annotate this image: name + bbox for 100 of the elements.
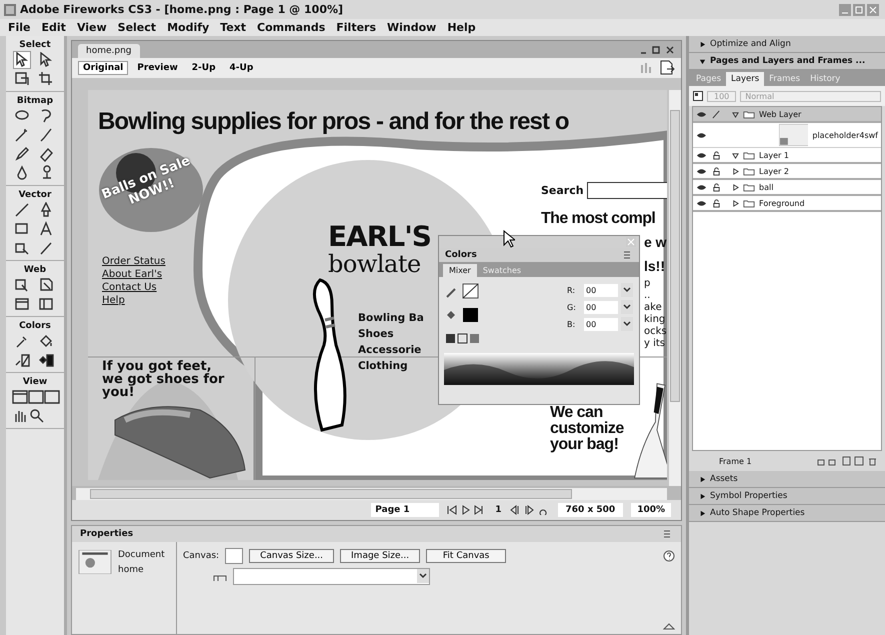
pencil-icon[interactable] — [14, 146, 30, 162]
dropdown-icon[interactable] — [417, 569, 429, 583]
category-link[interactable]: Clothing — [358, 360, 424, 372]
eraser-icon[interactable] — [38, 146, 54, 162]
canvas-color-swatch[interactable] — [225, 548, 244, 564]
nav-link[interactable]: Order Status — [102, 255, 166, 268]
channel-value-field[interactable]: 00 — [584, 318, 618, 330]
menu-item[interactable]: Window — [387, 21, 436, 34]
lock-icon[interactable] — [711, 150, 722, 160]
window-controls-icon[interactable] — [839, 4, 881, 16]
fill-color-icon[interactable] — [445, 307, 481, 323]
knife-icon[interactable] — [38, 240, 54, 256]
nav-link[interactable]: Help — [102, 294, 166, 307]
panel-tab[interactable]: Mixer — [443, 264, 477, 277]
hide-slices-icon[interactable] — [14, 296, 30, 312]
panel-tab[interactable]: Layers — [726, 72, 764, 86]
object-row[interactable]: placeholder4swf — [693, 123, 881, 148]
view-tab[interactable]: 2-Up — [186, 61, 221, 75]
panel-title[interactable]: Assets — [710, 474, 738, 484]
view-tab[interactable]: Original — [78, 61, 128, 75]
collapse-icon[interactable] — [663, 622, 675, 630]
help-icon[interactable] — [663, 550, 675, 562]
vertical-scrollbar[interactable] — [669, 90, 681, 486]
menu-item[interactable]: File — [8, 21, 31, 34]
expanded-arrow-icon[interactable] — [732, 152, 739, 158]
zoom-icon[interactable] — [28, 408, 44, 424]
expand-arrow-icon[interactable] — [699, 510, 706, 516]
menu-item[interactable]: Modify — [167, 21, 210, 34]
eye-icon[interactable] — [696, 110, 707, 118]
menu-item[interactable]: Filters — [336, 21, 376, 34]
color-ramp[interactable] — [444, 353, 634, 385]
stroke-color-icon[interactable] — [14, 352, 30, 368]
brush-icon[interactable] — [38, 127, 54, 143]
layer-row[interactable]: Layer 2 — [693, 164, 881, 180]
nav-link[interactable]: About Earl's — [102, 268, 166, 281]
layer-buttons-icon[interactable] — [817, 456, 877, 466]
view-tab[interactable]: Preview — [132, 61, 183, 75]
pen-icon[interactable] — [38, 202, 54, 218]
search-field[interactable] — [586, 182, 668, 199]
slice-icon[interactable] — [38, 277, 54, 293]
lock-icon[interactable] — [711, 198, 722, 208]
dropdown-icon[interactable] — [621, 283, 633, 297]
image-size-button[interactable]: Image Size... — [340, 549, 420, 563]
menu-item[interactable]: Select — [118, 21, 156, 34]
layer-mask-icon[interactable] — [693, 91, 703, 101]
pencil-icon[interactable] — [711, 110, 722, 118]
dropdown-icon[interactable] — [621, 317, 633, 331]
collapsed-arrow-icon[interactable] — [732, 200, 739, 206]
expand-arrow-icon[interactable] — [699, 492, 706, 500]
expand-arrow-icon[interactable] — [699, 476, 706, 482]
menu-item[interactable]: Commands — [257, 21, 326, 34]
canvas-size-button[interactable]: Canvas Size... — [249, 549, 334, 563]
menu-item[interactable]: View — [76, 21, 107, 34]
text-tool-icon[interactable] — [38, 221, 54, 237]
eye-icon[interactable] — [696, 130, 707, 140]
collapse-arrow-icon[interactable] — [699, 58, 706, 64]
line-icon[interactable] — [14, 202, 30, 218]
layer-row[interactable]: Web Layer — [693, 107, 881, 123]
eye-icon[interactable] — [696, 198, 707, 208]
layer-row[interactable]: ball — [693, 180, 881, 196]
expanded-arrow-icon[interactable] — [732, 110, 739, 118]
zoom-dropdown[interactable]: 100% — [631, 503, 671, 517]
stroke-color-icon[interactable] — [445, 283, 481, 299]
collapsed-arrow-icon[interactable] — [732, 184, 739, 190]
options-menu-icon[interactable] — [623, 250, 633, 260]
view-tab[interactable]: 4-Up — [224, 61, 258, 75]
standard-screen-icon[interactable] — [12, 389, 28, 405]
menu-item[interactable]: Edit — [42, 21, 66, 34]
nav-link[interactable]: Contact Us — [102, 281, 166, 294]
pointer-icon[interactable] — [14, 52, 30, 68]
lock-icon[interactable] — [711, 182, 722, 192]
channel-value-field[interactable]: 00 — [584, 300, 618, 314]
collapsed-arrow-icon[interactable] — [732, 168, 739, 174]
menu-item[interactable]: Help — [447, 21, 476, 34]
export-icon[interactable] — [659, 60, 675, 76]
category-link[interactable]: Shoes — [358, 328, 424, 340]
magic-wand-icon[interactable] — [14, 127, 30, 143]
lock-icon[interactable] — [711, 166, 722, 176]
category-link[interactable]: Bowling Ba — [358, 312, 424, 324]
hotspot-icon[interactable] — [14, 277, 30, 293]
eye-icon[interactable] — [696, 182, 707, 192]
menu-item[interactable]: Text — [220, 21, 246, 34]
fill-color-icon[interactable] — [38, 352, 54, 368]
eye-icon[interactable] — [696, 150, 707, 160]
scale-icon[interactable] — [14, 71, 30, 87]
crop-icon[interactable] — [38, 71, 54, 87]
fit-canvas-button[interactable]: Fit Canvas — [426, 549, 506, 563]
category-link[interactable]: Accessorie — [358, 344, 424, 356]
subselect-icon[interactable] — [38, 52, 54, 68]
document-controls-icon[interactable] — [639, 45, 675, 55]
document-tab[interactable]: home.png — [78, 44, 140, 58]
options-menu-icon[interactable] — [663, 529, 673, 539]
page-dropdown[interactable]: Page 1 — [371, 503, 440, 517]
dropdown-icon[interactable] — [621, 300, 633, 314]
show-slices-icon[interactable] — [38, 296, 54, 312]
full-screen-icon[interactable] — [44, 389, 60, 405]
expand-arrow-icon[interactable] — [699, 40, 706, 48]
layer-row[interactable]: Layer 1 — [693, 148, 881, 164]
layer-row[interactable]: Foreground — [693, 196, 881, 212]
panel-title[interactable]: Properties — [80, 529, 134, 539]
